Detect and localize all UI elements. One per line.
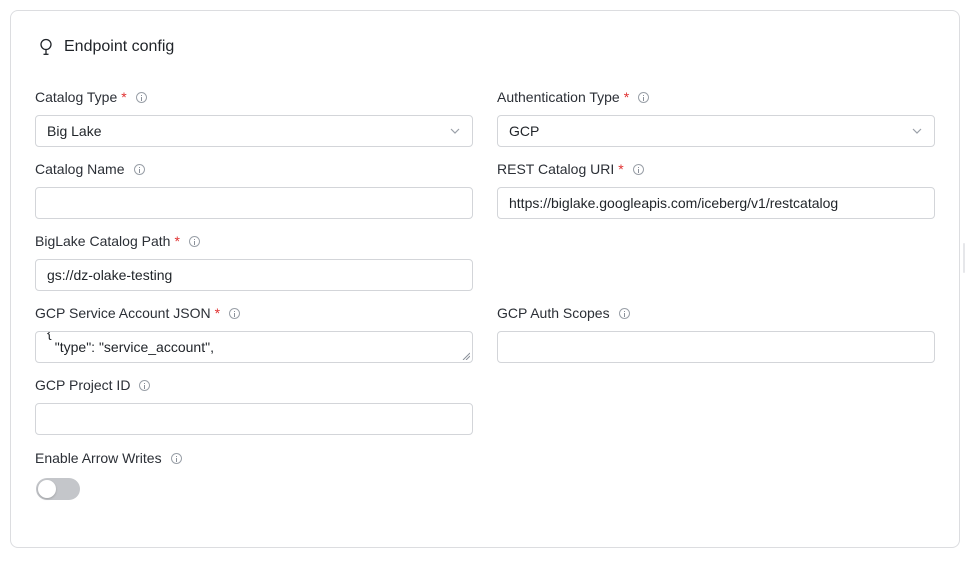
- lightbulb-icon: [38, 38, 54, 56]
- resize-handle-icon[interactable]: [462, 352, 470, 360]
- auth-scopes-label: GCP Auth Scopes: [497, 304, 630, 322]
- required-marker: *: [174, 233, 180, 249]
- auth-type-label: Authentication Type *: [497, 88, 650, 106]
- required-marker: *: [214, 305, 221, 321]
- info-icon[interactable]: [170, 452, 182, 464]
- catalog-name-input[interactable]: [35, 187, 473, 219]
- rest-uri-label: REST Catalog URI *: [497, 160, 644, 178]
- info-icon[interactable]: [618, 307, 630, 319]
- required-marker: *: [618, 161, 624, 177]
- auth-scopes-input[interactable]: [497, 331, 935, 363]
- required-marker: *: [121, 89, 127, 105]
- arrow-writes-toggle[interactable]: [36, 478, 80, 500]
- info-icon[interactable]: [632, 163, 644, 175]
- catalog-name-label: Catalog Name: [35, 160, 145, 178]
- service-account-textarea[interactable]: { "type": "service_account",: [35, 331, 473, 363]
- auth-type-select[interactable]: GCP: [497, 115, 935, 147]
- biglake-path-input[interactable]: gs://dz-olake-testing: [35, 259, 473, 291]
- required-marker: *: [623, 89, 630, 105]
- endpoint-config-card: Endpoint config Catalog Type * Big Lake …: [10, 10, 960, 548]
- service-account-label: GCP Service Account JSON *: [35, 304, 241, 322]
- card-title: Endpoint config: [64, 38, 175, 55]
- biglake-path-label: BigLake Catalog Path *: [35, 232, 200, 250]
- info-icon[interactable]: [638, 91, 650, 103]
- chevron-down-icon: [450, 128, 460, 134]
- project-id-label: GCP Project ID: [35, 376, 151, 394]
- catalog-type-label: Catalog Type *: [35, 88, 147, 106]
- project-id-input[interactable]: [35, 403, 473, 435]
- chevron-down-icon: [912, 128, 922, 134]
- catalog-type-select[interactable]: Big Lake: [35, 115, 473, 147]
- card-header: Endpoint config: [38, 38, 174, 56]
- info-icon[interactable]: [133, 163, 145, 175]
- info-icon[interactable]: [139, 379, 151, 391]
- info-icon[interactable]: [229, 307, 241, 319]
- info-icon[interactable]: [188, 235, 200, 247]
- info-icon[interactable]: [135, 91, 147, 103]
- rest-uri-input[interactable]: https://biglake.googleapis.com/iceberg/v…: [497, 187, 935, 219]
- toggle-knob: [38, 480, 56, 498]
- arrow-writes-label: Enable Arrow Writes: [35, 449, 182, 467]
